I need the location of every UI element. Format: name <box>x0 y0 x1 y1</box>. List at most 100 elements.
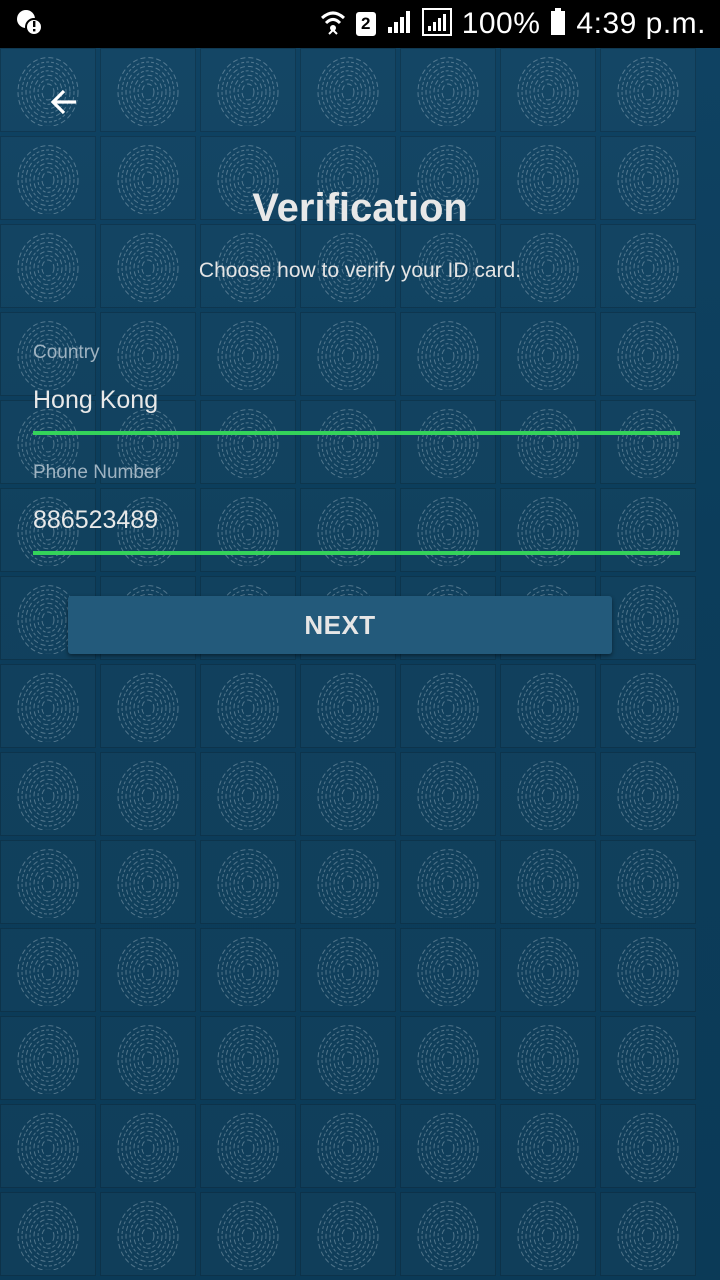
fingerprint-tile <box>100 1192 196 1276</box>
fingerprint-tile <box>400 1104 496 1188</box>
fingerprint-tile <box>400 1016 496 1100</box>
fingerprint-icon <box>17 937 79 1006</box>
verification-screen <box>0 48 720 1280</box>
fingerprint-icon <box>517 1113 579 1182</box>
wifi-icon <box>320 8 346 41</box>
fingerprint-icon <box>617 321 679 390</box>
fingerprint-icon <box>117 761 179 830</box>
fingerprint-icon <box>117 849 179 918</box>
country-underline <box>33 431 680 435</box>
fingerprint-tile <box>600 1192 696 1276</box>
fingerprint-tile <box>600 48 696 132</box>
fingerprint-icon <box>317 849 379 918</box>
fingerprint-tile <box>500 1192 596 1276</box>
fingerprint-icon <box>417 57 479 126</box>
fingerprint-icon <box>17 761 79 830</box>
fingerprint-tile <box>600 312 696 396</box>
fingerprint-tile <box>400 752 496 836</box>
battery-icon <box>550 7 566 41</box>
fingerprint-tile <box>500 48 596 132</box>
fingerprint-tile <box>400 48 496 132</box>
fingerprint-icon <box>417 1201 479 1270</box>
fingerprint-icon <box>517 937 579 1006</box>
fingerprint-icon <box>417 1113 479 1182</box>
fingerprint-tile <box>0 752 96 836</box>
fingerprint-icon <box>517 673 579 742</box>
fingerprint-tile <box>100 840 196 924</box>
fingerprint-tile <box>300 1016 396 1100</box>
fingerprint-tile <box>0 1192 96 1276</box>
signal-icon <box>386 9 412 40</box>
fingerprint-icon <box>417 409 479 478</box>
fingerprint-tile <box>0 1104 96 1188</box>
fingerprint-icon <box>317 673 379 742</box>
phone-number-field[interactable]: 886523489 <box>33 506 673 535</box>
fingerprint-tile <box>400 1192 496 1276</box>
fingerprint-icon <box>317 57 379 126</box>
fingerprint-tile <box>100 928 196 1012</box>
fingerprint-tile <box>0 840 96 924</box>
status-bar: 2 100% 4:39 p.m. <box>0 0 720 48</box>
fingerprint-icon <box>617 1113 679 1182</box>
fingerprint-icon <box>17 849 79 918</box>
next-button[interactable]: NEXT <box>68 596 612 654</box>
fingerprint-icon <box>117 57 179 126</box>
fingerprint-icon <box>217 321 279 390</box>
fingerprint-icon <box>617 849 679 918</box>
phone-number-underline <box>33 551 680 555</box>
fingerprint-icon <box>617 1025 679 1094</box>
back-button[interactable] <box>36 80 92 128</box>
status-left <box>14 7 44 42</box>
fingerprint-tile <box>200 312 296 396</box>
fingerprint-tile <box>500 312 596 396</box>
battery-percent: 100% <box>461 7 541 40</box>
fingerprint-tile <box>200 840 296 924</box>
fingerprint-tile <box>200 928 296 1012</box>
fingerprint-icon <box>417 1025 479 1094</box>
fingerprint-icon <box>417 673 479 742</box>
fingerprint-icon <box>317 1025 379 1094</box>
fingerprint-icon <box>617 673 679 742</box>
fingerprint-tile <box>100 664 196 748</box>
fingerprint-tile <box>200 752 296 836</box>
fingerprint-tile <box>0 928 96 1012</box>
fingerprint-pattern-background <box>0 48 718 1278</box>
fingerprint-icon <box>117 321 179 390</box>
fingerprint-icon <box>217 937 279 1006</box>
fingerprint-tile <box>200 1192 296 1276</box>
fingerprint-icon <box>217 761 279 830</box>
notification-alert-icon <box>14 7 44 42</box>
fingerprint-tile <box>200 1104 296 1188</box>
fingerprint-icon <box>317 937 379 1006</box>
fingerprint-tile <box>500 1104 596 1188</box>
phone-number-label: Phone Number <box>33 462 161 483</box>
fingerprint-icon <box>117 673 179 742</box>
fingerprint-icon <box>117 1025 179 1094</box>
page-subtitle: Choose how to verify your ID card. <box>198 259 522 282</box>
fingerprint-icon <box>517 321 579 390</box>
fingerprint-tile <box>100 1016 196 1100</box>
fingerprint-icon <box>617 937 679 1006</box>
fingerprint-tile <box>500 664 596 748</box>
country-field[interactable]: Hong Kong <box>33 386 673 415</box>
fingerprint-tile <box>300 312 396 396</box>
fingerprint-icon <box>417 321 479 390</box>
fingerprint-tile <box>600 1104 696 1188</box>
fingerprint-icon <box>617 409 679 478</box>
fingerprint-tile <box>600 664 696 748</box>
fingerprint-tile <box>300 752 396 836</box>
fingerprint-tile <box>600 840 696 924</box>
fingerprint-icon <box>317 761 379 830</box>
fingerprint-icon <box>117 1201 179 1270</box>
fingerprint-tile <box>500 752 596 836</box>
fingerprint-icon <box>417 849 479 918</box>
fingerprint-icon <box>17 673 79 742</box>
fingerprint-icon <box>517 849 579 918</box>
fingerprint-tile <box>100 48 196 132</box>
fingerprint-tile <box>500 840 596 924</box>
fingerprint-icon <box>517 57 579 126</box>
fingerprint-icon <box>217 673 279 742</box>
fingerprint-tile <box>600 752 696 836</box>
fingerprint-tile <box>0 664 96 748</box>
fingerprint-icon <box>517 761 579 830</box>
